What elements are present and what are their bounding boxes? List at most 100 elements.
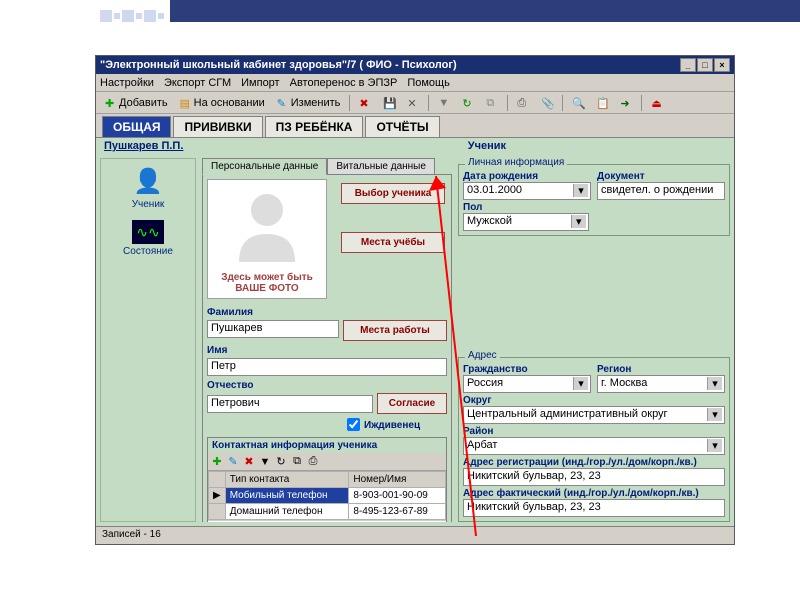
patronymic-label: Отчество bbox=[207, 380, 447, 391]
toolbar-print[interactable]: ⎙ bbox=[512, 95, 534, 111]
mini-add-icon[interactable]: ✚ bbox=[210, 455, 224, 469]
menu-transfer[interactable]: Автоперенос в ЭПЗР bbox=[290, 77, 398, 89]
contact-panel: Контактная информация ученика ✚ ✎ ✖ ▼ ↻ … bbox=[207, 437, 447, 522]
surname-input[interactable]: Пушкарев bbox=[207, 320, 339, 338]
fact-address-input[interactable]: Никитский бульвар, 23, 23 bbox=[463, 499, 725, 517]
fact-address-label: Адрес фактический (инд./гор./ул./дом/кор… bbox=[463, 488, 725, 499]
delete-icon: ✖ bbox=[359, 97, 371, 109]
col-contact-number[interactable]: Номер/Имя bbox=[349, 472, 446, 488]
print-icon: ⎙ bbox=[517, 97, 529, 109]
personal-info-group: Личная информация Дата рождения 03.01.20… bbox=[458, 164, 730, 236]
close-button[interactable]: × bbox=[714, 58, 730, 72]
cancel-icon: ✕ bbox=[407, 97, 419, 109]
work-places-button[interactable]: Места работы bbox=[343, 320, 447, 341]
clip-icon: 📎 bbox=[541, 97, 553, 109]
citizenship-label: Гражданство bbox=[463, 364, 591, 375]
toolbar-cancel[interactable]: ✕ bbox=[402, 95, 424, 111]
student-icon[interactable]: 👤 bbox=[128, 165, 168, 197]
citizenship-input[interactable]: Россия bbox=[463, 375, 591, 393]
table-row[interactable]: Домашний телефон 8-495-123-67-89 bbox=[209, 504, 446, 520]
document-icon: ▤ bbox=[180, 97, 192, 109]
contacts-title: Контактная информация ученика bbox=[208, 438, 446, 453]
toolbar-delete[interactable]: ✖ bbox=[354, 95, 376, 111]
sidebar: 👤 Ученик ∿∿ Состояние bbox=[100, 158, 196, 522]
sidebar-item-state[interactable]: Состояние bbox=[123, 246, 173, 257]
paste-icon: 📋 bbox=[596, 97, 608, 109]
funnel-icon: ▼ bbox=[438, 97, 450, 109]
sex-label: Пол bbox=[463, 202, 589, 213]
save-icon: 💾 bbox=[383, 97, 395, 109]
person-silhouette-icon bbox=[227, 184, 307, 264]
arrow-icon: ➜ bbox=[620, 97, 632, 109]
toolbar-search[interactable]: 🔍 bbox=[567, 95, 589, 111]
choose-student-button[interactable]: Выбор ученика bbox=[341, 183, 445, 204]
titlebar: "Электронный школьный кабинет здоровья"/… bbox=[96, 56, 734, 74]
toolbar-paste[interactable]: 📋 bbox=[591, 95, 613, 111]
tab-general[interactable]: ОБЩАЯ bbox=[102, 116, 171, 137]
area-label: Район bbox=[463, 426, 725, 437]
toolbar-refresh[interactable]: ↻ bbox=[457, 95, 479, 111]
toolbar-add[interactable]: ✚Добавить bbox=[100, 95, 173, 111]
menu-import[interactable]: Импорт bbox=[241, 77, 279, 89]
refresh-icon: ↻ bbox=[462, 97, 474, 109]
module-tabs: ОБЩАЯ ПРИВИВКИ ПЗ РЕБЁНКА ОТЧЁТЫ bbox=[96, 114, 734, 138]
toolbar-attach[interactable]: 📎 bbox=[536, 95, 558, 111]
reg-address-label: Адрес регистрации (инд./гор./ул./дом/кор… bbox=[463, 457, 725, 468]
contacts-table: Тип контакта Номер/Имя ▶ Мобильный телеф… bbox=[208, 471, 446, 520]
records-count: Записей - 16 bbox=[102, 529, 161, 540]
col-contact-type[interactable]: Тип контакта bbox=[225, 472, 349, 488]
toolbar-basedon[interactable]: ▤На основании bbox=[175, 95, 270, 111]
toolbar-save[interactable]: 💾 bbox=[378, 95, 400, 111]
study-places-button[interactable]: Места учёбы bbox=[341, 232, 445, 253]
consent-button[interactable]: Согласие bbox=[377, 393, 447, 414]
area-input[interactable]: Арбат bbox=[463, 437, 725, 455]
sidebar-item-student[interactable]: Ученик bbox=[132, 199, 165, 210]
region-label: Регион bbox=[597, 364, 725, 375]
birth-label: Дата рождения bbox=[463, 171, 591, 182]
doc-label: Документ bbox=[597, 171, 725, 182]
mini-print-icon[interactable]: ⎙ bbox=[306, 455, 320, 469]
window-title: "Электронный школьный кабинет здоровья"/… bbox=[100, 59, 457, 71]
district-label: Округ bbox=[463, 395, 725, 406]
breadcrumb-role[interactable]: Ученик bbox=[468, 140, 506, 152]
district-input[interactable]: Центральный административный округ bbox=[463, 406, 725, 424]
tab-child[interactable]: ПЗ РЕБЁНКА bbox=[265, 116, 364, 137]
search-icon: 🔍 bbox=[572, 97, 584, 109]
menubar: Настройки Экспорт СГМ Импорт Автоперенос… bbox=[96, 74, 734, 92]
toolbar: ✚Добавить ▤На основании ✎Изменить ✖ 💾 ✕ … bbox=[96, 92, 734, 114]
menu-export[interactable]: Экспорт СГМ bbox=[164, 77, 231, 89]
breadcrumb: Пушкарев П.П. Ученик bbox=[96, 138, 734, 154]
toolbar-export[interactable]: ➜ bbox=[615, 95, 637, 111]
dependent-label: Иждивенец bbox=[364, 420, 420, 431]
maximize-button[interactable]: □ bbox=[697, 58, 713, 72]
tab-reports[interactable]: ОТЧЁТЫ bbox=[365, 116, 439, 137]
menu-help[interactable]: Помощь bbox=[407, 77, 450, 89]
tab-vaccinations[interactable]: ПРИВИВКИ bbox=[173, 116, 262, 137]
birth-input[interactable]: 03.01.2000 bbox=[463, 182, 591, 200]
name-input[interactable]: Петр bbox=[207, 358, 447, 376]
mini-delete-icon[interactable]: ✖ bbox=[242, 455, 256, 469]
toolbar-exit[interactable]: ⏏ bbox=[646, 95, 668, 111]
subtab-personal[interactable]: Персональные данные bbox=[202, 158, 327, 175]
toolbar-copy[interactable]: ⧉ bbox=[481, 95, 503, 111]
mini-edit-icon[interactable]: ✎ bbox=[226, 455, 240, 469]
menu-settings[interactable]: Настройки bbox=[100, 77, 154, 89]
heartbeat-icon[interactable]: ∿∿ bbox=[132, 220, 164, 244]
toolbar-filter[interactable]: ▼ bbox=[433, 95, 455, 111]
mini-copy-icon[interactable]: ⧉ bbox=[290, 455, 304, 469]
patronymic-input[interactable]: Петрович bbox=[207, 395, 373, 413]
subtab-vital[interactable]: Витальные данные bbox=[327, 158, 435, 175]
toolbar-edit[interactable]: ✎Изменить bbox=[272, 95, 346, 111]
mini-refresh-icon[interactable]: ↻ bbox=[274, 455, 288, 469]
dependent-checkbox[interactable] bbox=[347, 418, 360, 431]
sex-input[interactable]: Мужской bbox=[463, 213, 589, 231]
reg-address-input[interactable]: Никитский бульвар, 23, 23 bbox=[463, 468, 725, 486]
doc-input[interactable]: свидетел. о рождении bbox=[597, 182, 725, 200]
table-row[interactable]: ▶ Мобильный телефон 8-903-001-90-09 bbox=[209, 488, 446, 504]
region-input[interactable]: г. Москва bbox=[597, 375, 725, 393]
breadcrumb-name[interactable]: Пушкарев П.П. bbox=[104, 140, 183, 152]
photo-placeholder[interactable]: Здесь может быть ВАШЕ ФОТО bbox=[207, 179, 327, 299]
mini-filter-icon[interactable]: ▼ bbox=[258, 455, 272, 469]
row-indicator-icon: ▶ bbox=[209, 488, 226, 504]
minimize-button[interactable]: _ bbox=[680, 58, 696, 72]
